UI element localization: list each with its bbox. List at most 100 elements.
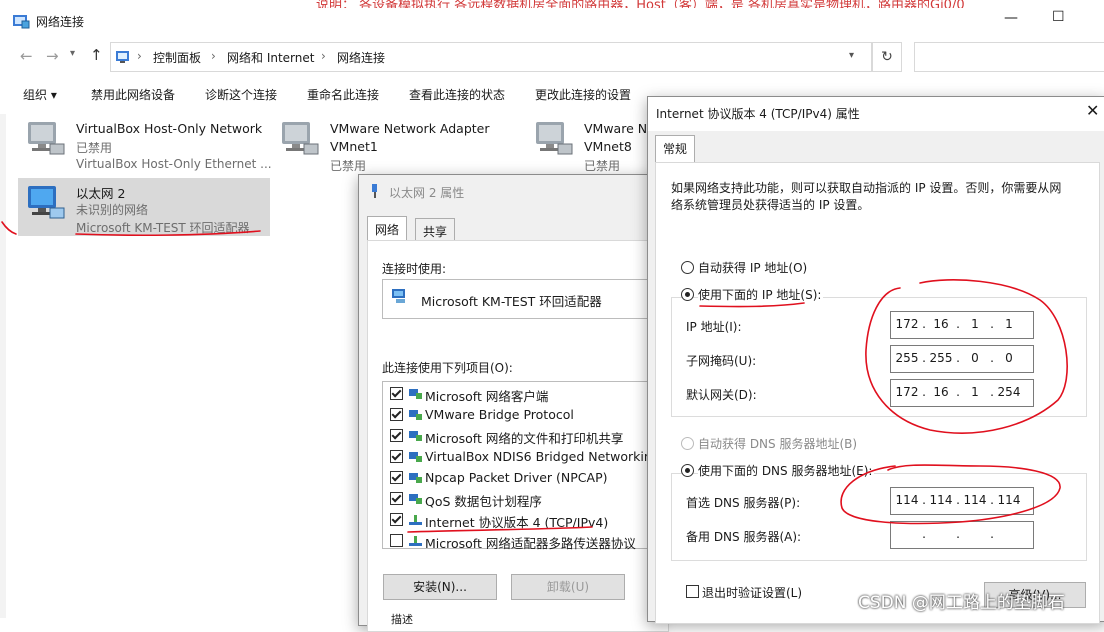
organize-menu[interactable]: 组织 ▾ — [23, 86, 57, 103]
adapter-device: Microsoft KM-TEST 环回适配器 — [76, 221, 250, 235]
window-title: 网络连接 — [36, 15, 85, 29]
item-label[interactable]: Npcap Packet Driver (NPCAP) — [425, 470, 608, 485]
tcpip-icon — [409, 515, 422, 525]
adapter-name[interactable]: 以太网 2 — [76, 183, 125, 202]
address-row: ← → ▾ ↑ › 控制面板 › 网络和 Internet › 网络连接 ▾ ↻ — [0, 40, 1104, 74]
manual-dns-label[interactable]: 使用下面的 DNS 服务器地址(E): — [698, 462, 875, 479]
diagnose-button[interactable]: 诊断这个连接 — [205, 86, 277, 103]
dialog-title: 以太网 2 属性 — [389, 186, 465, 200]
network-adapter-active-icon — [28, 186, 65, 219]
driver-icon — [409, 473, 422, 483]
multiplexor-icon — [409, 536, 422, 546]
minimize-icon[interactable]: — — [1004, 10, 1018, 26]
ipv4-properties-dialog: Internet 协议版本 4 (TCP/IPv4) 属性 ✕ 常规 如果网络支… — [647, 96, 1104, 624]
manual-ip-label[interactable]: 使用下面的 IP 地址(S): — [698, 286, 824, 303]
preferred-dns-label: 首选 DNS 服务器(P): — [686, 496, 801, 510]
item-checkbox[interactable] — [390, 513, 403, 526]
dialog-title: Internet 协议版本 4 (TCP/IPv4) 属性 — [656, 107, 860, 121]
tab-general[interactable]: 常规 — [655, 135, 696, 163]
adapter-name-text: Microsoft KM-TEST 环回适配器 — [421, 294, 602, 309]
adapter-device: VirtualBox Host-Only Ethernet ... — [76, 157, 272, 171]
items-label: 此连接使用下列项目(O): — [382, 361, 513, 375]
adapter-name[interactable]: VMware Network Adapter — [330, 121, 490, 136]
adapter-device: 已禁用 — [584, 159, 621, 173]
refresh-icon: ↻ — [881, 49, 893, 65]
auto-dns-radio[interactable] — [681, 437, 694, 450]
item-label[interactable]: VMware Bridge Protocol — [425, 407, 574, 422]
auto-ip-radio[interactable] — [681, 261, 694, 274]
breadcrumb-control-panel[interactable]: 控制面板 — [153, 49, 201, 66]
item-label[interactable]: Microsoft 网络客户端 — [425, 386, 548, 405]
description-label: 描述 — [391, 613, 413, 626]
auto-dns-label[interactable]: 自动获得 DNS 服务器地址(B) — [698, 435, 857, 452]
network-adapter-icon — [28, 122, 65, 155]
bridge-icon — [409, 452, 422, 462]
item-checkbox[interactable] — [390, 534, 403, 547]
forward-arrow-icon[interactable]: → — [46, 47, 59, 65]
item-checkbox[interactable] — [390, 408, 403, 421]
window-title-bar: 网络连接 — ☐ — [0, 8, 1104, 36]
adapter-name[interactable]: VirtualBox Host-Only Network — [76, 121, 262, 136]
file-sharing-icon — [409, 431, 422, 441]
manual-ip-radio[interactable] — [681, 288, 694, 301]
mask-label: 子网掩码(U): — [686, 354, 757, 368]
adapter-status: 未识别的网络 — [76, 203, 149, 217]
item-label[interactable]: QoS 数据包计划程序 — [425, 491, 542, 510]
protocol-icon — [409, 410, 422, 420]
address-dropdown-icon[interactable]: ▾ — [849, 50, 854, 61]
control-panel-icon — [116, 51, 129, 63]
breadcrumb-sep: › — [321, 49, 326, 63]
change-settings-button[interactable]: 更改此连接的设置 — [535, 86, 631, 103]
intro-text: 络系统管理员处获得适当的 IP 设置。 — [671, 198, 870, 212]
refresh-button[interactable]: ↻ — [872, 42, 902, 72]
recent-chevron-icon[interactable]: ▾ — [70, 48, 75, 59]
item-label[interactable]: Microsoft 网络适配器多路传送器协议 — [425, 533, 647, 552]
address-bar[interactable]: › 控制面板 › 网络和 Internet › 网络连接 ▾ — [110, 42, 872, 72]
maximize-icon[interactable]: ☐ — [1052, 9, 1065, 25]
item-checkbox[interactable] — [390, 429, 403, 442]
adapter-box: Microsoft KM-TEST 环回适配器 — [382, 279, 664, 319]
install-button[interactable]: 安装(N)... — [383, 574, 497, 600]
ip-address-input[interactable]: 172. 16. 1. 1 — [890, 311, 1034, 339]
disable-device-button[interactable]: 禁用此网络设备 — [91, 86, 175, 103]
network-folder-icon — [13, 15, 30, 29]
adapter-name[interactable]: VMware N — [584, 121, 647, 136]
left-edge — [0, 114, 6, 618]
preferred-dns-input[interactable]: 114. 114. 114. 114 — [890, 487, 1034, 515]
item-checkbox[interactable] — [390, 387, 403, 400]
auto-ip-label[interactable]: 自动获得 IP 地址(O) — [698, 259, 807, 276]
connect-using-label: 连接时使用: — [382, 262, 447, 276]
item-label[interactable]: Internet 协议版本 4 (TCP/IPv4) — [425, 512, 608, 531]
close-icon[interactable]: ✕ — [1086, 101, 1099, 120]
breadcrumb-network-connections[interactable]: 网络连接 — [337, 49, 385, 66]
up-arrow-icon[interactable]: ↑ — [90, 46, 103, 64]
alternate-dns-input[interactable]: . . . — [890, 521, 1034, 549]
alternate-dns-label: 备用 DNS 服务器(A): — [686, 530, 802, 544]
rename-button[interactable]: 重命名此连接 — [307, 86, 379, 103]
gateway-label: 默认网关(D): — [686, 388, 757, 402]
validate-label[interactable]: 退出时验证设置(L) — [702, 584, 802, 601]
tab-network[interactable]: 网络 — [367, 216, 408, 242]
uninstall-button[interactable]: 卸载(U) — [511, 574, 625, 600]
watermark: CSDN @网工路上的垫脚石 — [858, 593, 1065, 613]
search-input[interactable] — [914, 42, 1104, 72]
top-banner: 说明： 各设备模拟执行 各远程数据机房全面的路由器，Host（客）端，是 各机房… — [316, 0, 965, 8]
tab-sharing[interactable]: 共享 — [415, 218, 456, 242]
breadcrumb-sep: › — [211, 49, 216, 63]
adapter-icon — [392, 289, 405, 303]
item-checkbox[interactable] — [390, 471, 403, 484]
view-status-button[interactable]: 查看此连接的状态 — [409, 86, 505, 103]
subnet-mask-input[interactable]: 255. 255. 0. 0 — [890, 345, 1034, 373]
item-label[interactable]: Microsoft 网络的文件和打印机共享 — [425, 428, 623, 447]
adapter-status: 已禁用 — [76, 141, 113, 155]
item-checkbox[interactable] — [390, 492, 403, 505]
breadcrumb-network-internet[interactable]: 网络和 Internet — [227, 49, 314, 66]
qos-icon — [409, 494, 422, 504]
gateway-input[interactable]: 172. 16. 1. 254 — [890, 379, 1034, 407]
validate-checkbox[interactable] — [686, 585, 699, 598]
item-label[interactable]: VirtualBox NDIS6 Bridged Networking — [425, 449, 647, 464]
item-checkbox[interactable] — [390, 450, 403, 463]
ip-label: IP 地址(I): — [686, 320, 742, 334]
back-arrow-icon[interactable]: ← — [20, 47, 33, 65]
manual-dns-radio[interactable] — [681, 464, 694, 477]
